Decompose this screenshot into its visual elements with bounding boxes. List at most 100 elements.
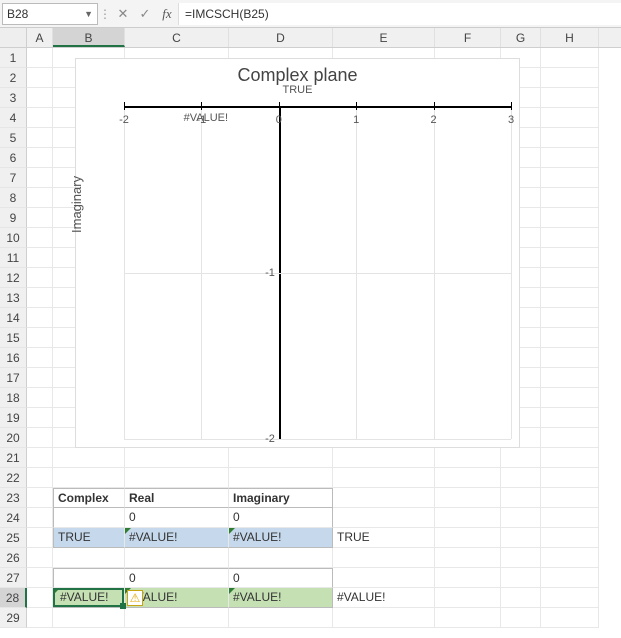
cell[interactable]: [333, 468, 435, 488]
cell[interactable]: [541, 268, 599, 288]
cell[interactable]: [541, 388, 599, 408]
fx-icon[interactable]: fx: [156, 3, 178, 25]
table-header-real[interactable]: Real: [125, 488, 229, 508]
cell-B24[interactable]: [53, 508, 125, 528]
row-header-21[interactable]: 21: [0, 448, 27, 468]
col-header-E[interactable]: E: [333, 28, 435, 47]
cell[interactable]: [501, 608, 541, 628]
cell[interactable]: [229, 608, 333, 628]
cell[interactable]: [27, 488, 53, 508]
cell[interactable]: [541, 328, 599, 348]
cell[interactable]: [541, 128, 599, 148]
cell[interactable]: [501, 468, 541, 488]
cells[interactable]: Complex Real Imaginary 0 0 TRUE #VALUE! …: [27, 48, 599, 628]
cell[interactable]: [501, 548, 541, 568]
cell[interactable]: [541, 68, 599, 88]
cell[interactable]: [541, 348, 599, 368]
row-header-11[interactable]: 11: [0, 248, 27, 268]
row-header-12[interactable]: 12: [0, 268, 27, 288]
col-header-H[interactable]: H: [541, 28, 599, 47]
row-header-4[interactable]: 4: [0, 108, 27, 128]
select-all-corner[interactable]: [0, 28, 27, 47]
cell[interactable]: [27, 568, 53, 588]
row-header-15[interactable]: 15: [0, 328, 27, 348]
row-header-29[interactable]: 29: [0, 608, 27, 628]
cell[interactable]: [541, 428, 599, 448]
row-header-13[interactable]: 13: [0, 288, 27, 308]
cell[interactable]: [541, 288, 599, 308]
row-header-19[interactable]: 19: [0, 408, 27, 428]
cell[interactable]: [435, 548, 501, 568]
cell[interactable]: [229, 468, 333, 488]
cell[interactable]: [229, 448, 333, 468]
cell[interactable]: [541, 508, 599, 528]
table-header-imaginary[interactable]: Imaginary: [229, 488, 333, 508]
cell[interactable]: [541, 488, 599, 508]
row-header-1[interactable]: 1: [0, 48, 27, 68]
col-header-F[interactable]: F: [435, 28, 501, 47]
cell[interactable]: [27, 308, 53, 328]
row-header-16[interactable]: 16: [0, 348, 27, 368]
row-header-2[interactable]: 2: [0, 68, 27, 88]
cell[interactable]: [53, 448, 125, 468]
cell[interactable]: [333, 448, 435, 468]
cell[interactable]: [435, 468, 501, 488]
cell[interactable]: [541, 308, 599, 328]
cell[interactable]: [27, 328, 53, 348]
cell[interactable]: [333, 608, 435, 628]
cell[interactable]: [27, 228, 53, 248]
cell[interactable]: [541, 228, 599, 248]
col-header-C[interactable]: C: [125, 28, 229, 47]
cell[interactable]: [501, 508, 541, 528]
cell[interactable]: [27, 448, 53, 468]
table-header-complex[interactable]: Complex: [53, 488, 125, 508]
cell[interactable]: [541, 188, 599, 208]
cell[interactable]: [541, 468, 599, 488]
cell[interactable]: [501, 448, 541, 468]
cell[interactable]: [27, 68, 53, 88]
cell[interactable]: [541, 108, 599, 128]
cell[interactable]: [27, 408, 53, 428]
cell-D27[interactable]: 0: [229, 568, 333, 588]
row-header-6[interactable]: 6: [0, 148, 27, 168]
cell[interactable]: [125, 608, 229, 628]
row-header-23[interactable]: 23: [0, 488, 27, 508]
chart[interactable]: Complex plane TRUE Imaginary: [75, 58, 520, 448]
spreadsheet-grid[interactable]: A B C D E F G H 123456789101112131415161…: [0, 28, 621, 48]
cell[interactable]: [541, 448, 599, 468]
cell[interactable]: [27, 508, 53, 528]
formula-input[interactable]: =IMCSCH(B25): [178, 3, 621, 25]
cell[interactable]: [541, 248, 599, 268]
cell[interactable]: [27, 168, 53, 188]
cell[interactable]: [27, 88, 53, 108]
cell[interactable]: [27, 548, 53, 568]
cell[interactable]: [541, 148, 599, 168]
cell[interactable]: [333, 488, 435, 508]
cell[interactable]: [27, 148, 53, 168]
cell[interactable]: [435, 568, 501, 588]
cell[interactable]: [435, 508, 501, 528]
cell[interactable]: [27, 348, 53, 368]
cell[interactable]: [125, 548, 229, 568]
cell[interactable]: [27, 528, 53, 548]
cell[interactable]: [27, 188, 53, 208]
cell[interactable]: [541, 408, 599, 428]
row-header-3[interactable]: 3: [0, 88, 27, 108]
col-header-B[interactable]: B: [53, 28, 125, 47]
row-header-28[interactable]: 28: [0, 588, 27, 608]
cell[interactable]: [27, 288, 53, 308]
cell[interactable]: [501, 488, 541, 508]
cell[interactable]: [53, 608, 125, 628]
cell[interactable]: [27, 608, 53, 628]
cell[interactable]: [333, 508, 435, 528]
cell[interactable]: [541, 548, 599, 568]
cell[interactable]: [229, 548, 333, 568]
cell-B27[interactable]: [53, 568, 125, 588]
cell[interactable]: [541, 588, 599, 608]
cell[interactable]: [435, 488, 501, 508]
cell[interactable]: [27, 468, 53, 488]
row-header-10[interactable]: 10: [0, 228, 27, 248]
cell[interactable]: [27, 368, 53, 388]
cell-C27[interactable]: 0: [125, 568, 229, 588]
cell[interactable]: [541, 368, 599, 388]
